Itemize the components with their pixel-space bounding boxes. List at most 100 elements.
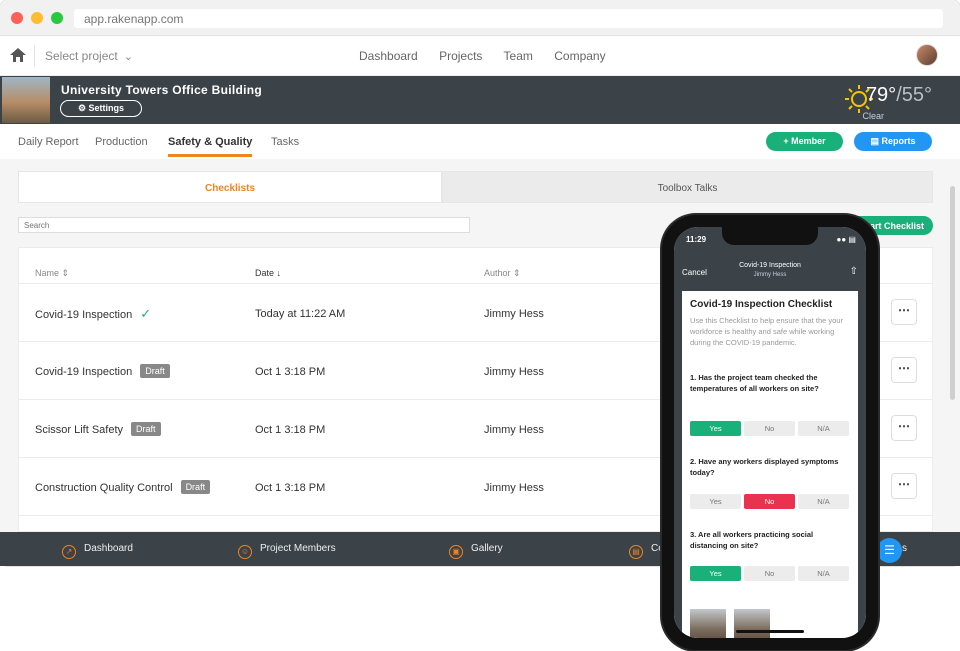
settings-label: Settings [88, 103, 125, 113]
answer-row-3: Yes No N/A [690, 566, 850, 581]
address-bar[interactable]: app.rakenapp.com [74, 9, 943, 28]
bottom-gallery[interactable]: ▣ Gallery [449, 543, 503, 559]
divider [34, 45, 35, 67]
row-author: Jimmy Hess [484, 308, 544, 320]
row-name: Covid-19 Inspection Draft [35, 364, 170, 378]
project-subnav: Daily Report Production Safety & Quality… [0, 124, 960, 159]
dashboard-icon: ↗ [62, 545, 76, 559]
checklist-description: Use this Checklist to help ensure that t… [690, 316, 843, 347]
column-author-label: Author [484, 268, 511, 278]
bottom-project-members-label: Project Members [260, 543, 336, 554]
share-icon[interactable]: ⇧ [850, 266, 858, 277]
row-author: Jimmy Hess [484, 482, 544, 494]
nav-dashboard[interactable]: Dashboard [359, 49, 418, 63]
bottom-item-4[interactable]: ▤ Co [629, 543, 664, 559]
answer-na[interactable]: N/A [798, 566, 849, 581]
settings-button[interactable]: ⚙ Settings [60, 100, 142, 117]
chevron-down-icon: ⌄ [123, 51, 133, 63]
chat-icon[interactable]: ☰ [877, 538, 902, 563]
phone-time: 11:29 [686, 235, 707, 244]
tab-toolbox-talks[interactable]: Toolbox Talks [442, 171, 933, 203]
temperature: 79°/55° [866, 84, 932, 107]
close-window-button[interactable] [11, 12, 23, 24]
answer-yes[interactable]: Yes [690, 494, 741, 509]
phone-title: Covid-19 Inspection [739, 262, 801, 269]
row-name-text: Scissor Lift Safety [35, 424, 124, 436]
tab-checklists[interactable]: Checklists [18, 171, 442, 203]
clipboard-icon: ▤ [629, 545, 643, 559]
nav-projects[interactable]: Projects [439, 49, 482, 63]
tab-production[interactable]: Production [95, 136, 148, 148]
scrollbar[interactable] [950, 186, 955, 400]
bottom-item-5[interactable]: s [902, 543, 907, 554]
column-header-author[interactable]: Author ⇕ [484, 268, 521, 279]
column-name-label: Name [35, 268, 60, 278]
project-banner: University Towers Office Building ⚙ Sett… [0, 76, 960, 124]
answer-yes[interactable]: Yes [690, 421, 741, 436]
row-name: Construction Quality Control Draft [35, 480, 211, 494]
answer-no[interactable]: No [744, 421, 795, 436]
main-nav: Dashboard Projects Team Company [359, 49, 624, 63]
row-name-text: Covid-19 Inspection [35, 366, 133, 378]
tab-tasks[interactable]: Tasks [271, 136, 299, 148]
row-name: Scissor Lift Safety Draft [35, 422, 161, 436]
question-2: 2. Have any workers displayed symptoms t… [690, 457, 839, 477]
plus-icon: + [783, 136, 792, 146]
phone-screen: 11:29 ●● ▤ Cancel Covid-19 Inspection Ji… [674, 227, 866, 638]
search-input[interactable] [18, 217, 470, 233]
project-title: University Towers Office Building [61, 83, 263, 97]
checkmark-icon: ✓ [140, 306, 152, 321]
member-button-label: Member [791, 136, 826, 146]
answer-row-1: Yes No N/A [690, 421, 850, 436]
more-options-button[interactable]: ⋯ [891, 357, 917, 383]
weather-condition: Clear [862, 111, 884, 121]
answer-na[interactable]: N/A [798, 494, 849, 509]
column-header-name[interactable]: Name ⇕ [35, 268, 69, 279]
photo-attachments [690, 609, 774, 638]
home-indicator [736, 630, 804, 633]
browser-chrome: app.rakenapp.com [0, 0, 960, 36]
gear-icon: ⚙ [77, 103, 87, 113]
user-avatar[interactable] [916, 44, 938, 66]
row-name: Covid-19 Inspection ✓ [35, 306, 151, 322]
phone-subtitle: Jimmy Hess [753, 272, 787, 278]
bottom-gallery-label: Gallery [471, 543, 503, 554]
minimize-window-button[interactable] [31, 12, 43, 24]
bottom-project-members[interactable]: ☺ Project Members [238, 543, 336, 559]
add-member-button[interactable]: + Member [766, 132, 843, 151]
bottom-dashboard[interactable]: ↗ Dashboard [62, 543, 133, 559]
reports-button[interactable]: ▤ Reports [854, 132, 932, 151]
more-options-button[interactable]: ⋯ [891, 473, 917, 499]
phone-body: Covid-19 Inspection Checklist Use this C… [674, 291, 866, 638]
tab-daily-report[interactable]: Daily Report [18, 136, 79, 148]
answer-row-2: Yes No N/A [690, 494, 850, 509]
maximize-window-button[interactable] [51, 12, 63, 24]
nav-team[interactable]: Team [504, 49, 533, 63]
signal-wifi-battery-icon: ●● ▤ [836, 235, 856, 244]
question-3: 3. Are all workers practicing social dis… [690, 530, 814, 550]
tab-safety-quality[interactable]: Safety & Quality [168, 136, 253, 157]
column-header-date[interactable]: Date ↓ [255, 268, 281, 278]
more-options-button[interactable]: ⋯ [891, 299, 917, 325]
more-options-button[interactable]: ⋯ [891, 415, 917, 441]
nav-company[interactable]: Company [554, 49, 605, 63]
draft-badge: Draft [180, 480, 211, 494]
reports-button-label: Reports [881, 136, 916, 146]
home-icon[interactable] [10, 48, 26, 62]
row-author: Jimmy Hess [484, 366, 544, 378]
phone-mockup: 11:29 ●● ▤ Cancel Covid-19 Inspection Ji… [662, 215, 878, 650]
temperature-high: 79° [865, 84, 897, 106]
person-icon: ☺ [238, 545, 252, 559]
project-select-label: Select project [45, 49, 118, 63]
answer-na[interactable]: N/A [798, 421, 849, 436]
photo-thumbnail[interactable] [734, 609, 771, 638]
column-date-label: Date [255, 268, 275, 278]
draft-badge: Draft [131, 422, 161, 436]
project-select-dropdown[interactable]: Select project ⌄ [45, 49, 133, 63]
answer-no[interactable]: No [744, 566, 795, 581]
answer-yes[interactable]: Yes [690, 566, 741, 581]
checklist-card: Covid-19 Inspection Checklist Use this C… [682, 291, 858, 638]
document-icon: ▤ [870, 136, 882, 146]
answer-no[interactable]: No [744, 494, 795, 509]
photo-thumbnail[interactable] [690, 609, 726, 638]
